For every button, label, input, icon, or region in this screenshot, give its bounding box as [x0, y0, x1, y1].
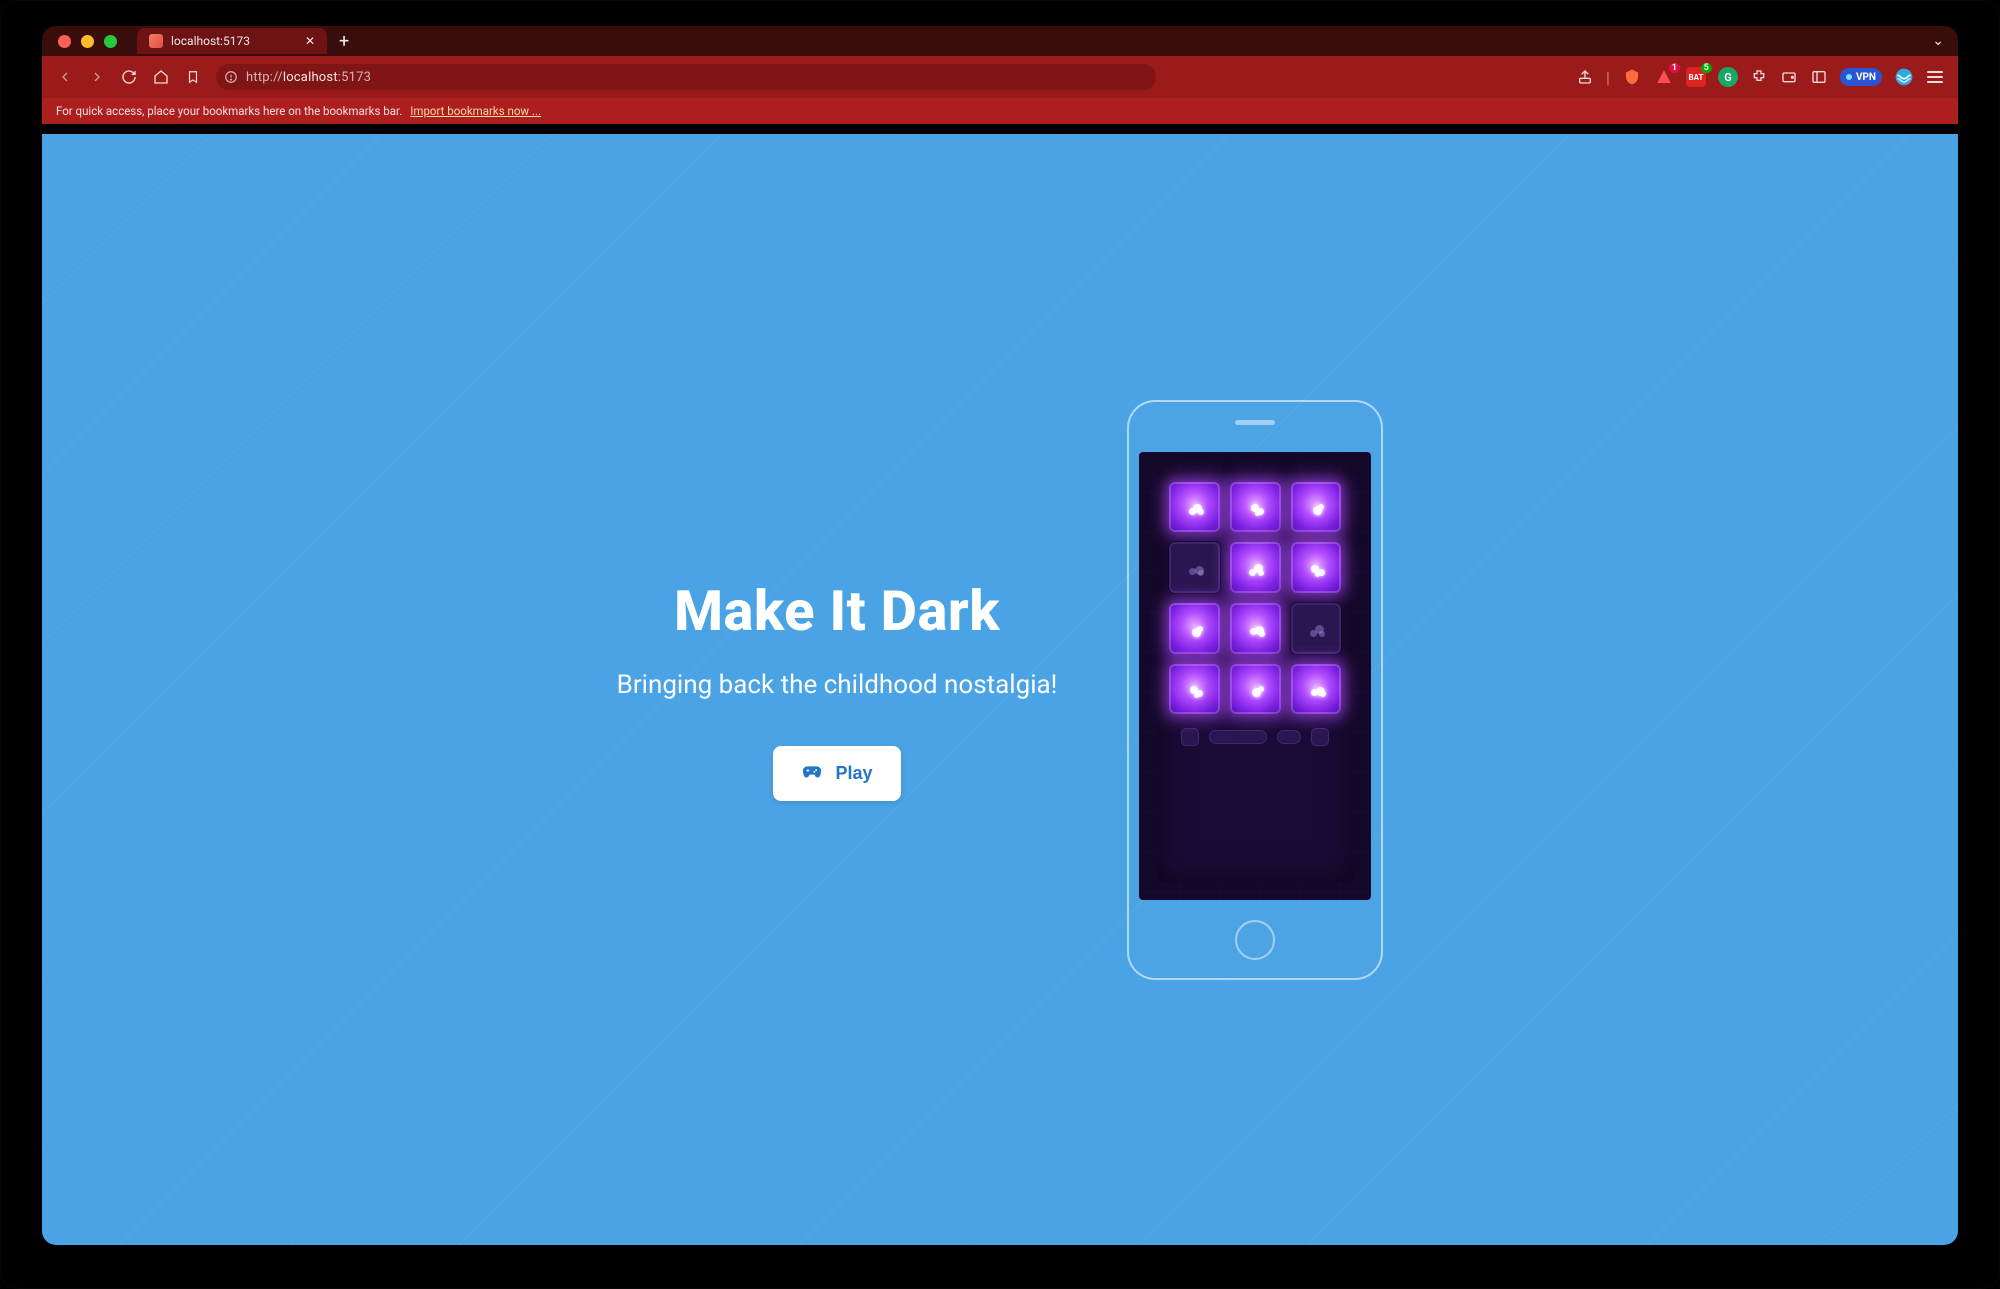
game-panel: [1157, 470, 1353, 882]
brave-rewards-icon[interactable]: 1: [1654, 67, 1674, 87]
url-scheme: http://: [246, 70, 283, 85]
game-controls: [1169, 728, 1341, 746]
extensions-icon[interactable]: [1750, 68, 1768, 86]
import-bookmarks-link[interactable]: Import bookmarks now ...: [410, 104, 541, 118]
tabs-overflow-icon[interactable]: ⌄: [1932, 33, 1944, 49]
game-tile-lit: [1169, 603, 1220, 654]
window-maximize-button[interactable]: [104, 35, 117, 48]
game-tile-lit: [1230, 542, 1281, 593]
tab-favicon: [149, 34, 163, 48]
menu-button[interactable]: [1926, 68, 1944, 86]
play-button-label: Play: [835, 763, 872, 784]
game-tile-lit: [1230, 664, 1281, 715]
phone-speaker: [1235, 420, 1275, 425]
nav-back-button[interactable]: [56, 68, 74, 86]
vpn-button[interactable]: VPN: [1840, 68, 1882, 86]
game-grid: [1169, 482, 1341, 715]
page-title: Make It Dark: [617, 578, 1058, 644]
game-control-button: [1311, 728, 1329, 746]
gamepad-icon: [801, 760, 823, 787]
share-icon[interactable]: [1576, 68, 1594, 86]
play-button[interactable]: Play: [773, 746, 900, 801]
phone-home-button: [1235, 920, 1275, 960]
browser-window: localhost:5173 ✕ + ⌄: [0, 0, 2000, 1289]
site-info-icon[interactable]: [224, 70, 238, 84]
vpn-status-dot: [1846, 74, 1852, 80]
game-tile-lit: [1230, 482, 1281, 533]
extension-grammarly-icon[interactable]: G: [1718, 67, 1738, 87]
game-tile-dark: [1291, 603, 1342, 654]
sidebar-toggle-icon[interactable]: [1810, 68, 1828, 86]
game-tile-lit: [1230, 603, 1281, 654]
bookmark-button[interactable]: [184, 68, 202, 86]
game-tile-dark: [1169, 542, 1220, 593]
window-close-button[interactable]: [58, 35, 71, 48]
nav-forward-button[interactable]: [88, 68, 106, 86]
phone-mockup: [1127, 400, 1383, 980]
window-minimize-button[interactable]: [81, 35, 94, 48]
game-tile-lit: [1169, 482, 1220, 533]
browser-chrome: localhost:5173 ✕ + ⌄: [42, 26, 1958, 134]
rewards-count-badge: 5: [1701, 63, 1712, 73]
game-tile-lit: [1169, 664, 1220, 715]
brave-rewards-badge: 1: [1669, 63, 1680, 73]
toolbar-right: | 1 BAT 5 G: [1576, 67, 1944, 87]
tab-strip: localhost:5173 ✕ + ⌄: [42, 26, 1958, 56]
url-port: :5173: [338, 70, 371, 85]
vpn-label: VPN: [1856, 72, 1876, 83]
page-tagline: Bringing back the childhood nostalgia!: [617, 670, 1058, 700]
home-button[interactable]: [152, 68, 170, 86]
browser-tab[interactable]: localhost:5173 ✕: [137, 28, 327, 54]
new-tab-button[interactable]: +: [327, 31, 361, 52]
brave-shields-icon[interactable]: [1622, 67, 1642, 87]
reload-button[interactable]: [120, 68, 138, 86]
hero-copy: Make It Dark Bringing back the childhood…: [617, 578, 1058, 801]
tab-title: localhost:5173: [171, 34, 250, 48]
game-control-button: [1277, 730, 1301, 744]
game-control-button: [1181, 728, 1199, 746]
game-control-bar: [1209, 730, 1267, 744]
game-tile-lit: [1291, 482, 1342, 533]
extension-rewards-badge[interactable]: BAT 5: [1686, 67, 1706, 87]
address-bar[interactable]: http://localhost:5173: [216, 64, 1156, 90]
extension-swirl-icon[interactable]: [1894, 67, 1914, 87]
tab-close-icon[interactable]: ✕: [305, 34, 315, 48]
hero-section: Make It Dark Bringing back the childhood…: [42, 134, 1958, 1245]
page-viewport: Make It Dark Bringing back the childhood…: [42, 134, 1958, 1245]
wallet-icon[interactable]: [1780, 68, 1798, 86]
game-tile-lit: [1291, 542, 1342, 593]
phone-screen: [1139, 452, 1371, 900]
bookmarks-bar: For quick access, place your bookmarks h…: [42, 98, 1958, 124]
url-host: localhost: [283, 70, 338, 85]
game-tile-lit: [1291, 664, 1342, 715]
window-controls: [58, 35, 117, 48]
url-text: http://localhost:5173: [246, 70, 371, 85]
bookmarks-hint: For quick access, place your bookmarks h…: [56, 104, 402, 118]
toolbar: http://localhost:5173 | 1 BAT 5: [42, 56, 1958, 98]
